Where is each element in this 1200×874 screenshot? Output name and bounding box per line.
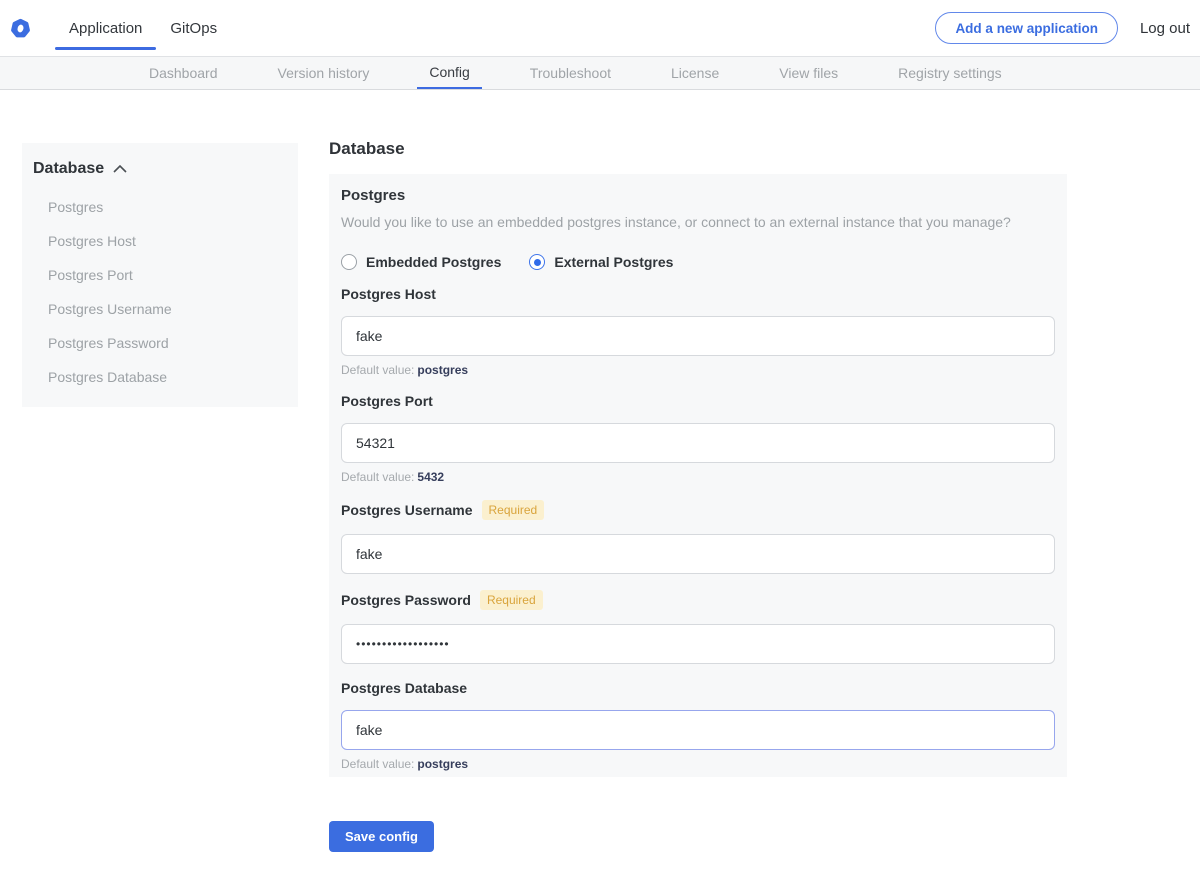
sidebar-item-postgres-port[interactable]: Postgres Port — [22, 258, 298, 292]
header-actions: Add a new application Log out — [935, 12, 1200, 44]
radio-circle-icon — [529, 254, 545, 270]
config-field: Postgres Host Default value:postgres — [341, 286, 1055, 377]
sidebar-item-list: PostgresPostgres HostPostgres PortPostgr… — [22, 190, 298, 394]
subnav-item-registry-settings[interactable]: Registry settings — [898, 57, 1001, 89]
top-tab-application[interactable]: Application — [55, 0, 156, 56]
subnav-item-version-history[interactable]: Version history — [278, 57, 370, 89]
field-label: Postgres Username — [341, 502, 473, 518]
logout-button[interactable]: Log out — [1140, 20, 1190, 37]
section-title: Database — [329, 139, 1067, 159]
sidebar-item-postgres-database[interactable]: Postgres Database — [22, 360, 298, 394]
config-group-label: Postgres — [341, 187, 1055, 204]
default-value-helper: Default value:postgres — [341, 363, 1055, 377]
config-sidebar: Database PostgresPostgres HostPostgres P… — [22, 143, 298, 407]
top-tab-bar: ApplicationGitOps — [55, 0, 231, 56]
postgres-password-input[interactable] — [341, 624, 1055, 664]
postgres-port-input[interactable] — [341, 423, 1055, 463]
subnav-item-view-files[interactable]: View files — [779, 57, 838, 89]
postgres-database-input[interactable] — [341, 710, 1055, 750]
sidebar-item-postgres[interactable]: Postgres — [22, 190, 298, 224]
config-field: Postgres Port Default value:5432 — [341, 393, 1055, 484]
radio-circle-icon — [341, 254, 357, 270]
add-application-button[interactable]: Add a new application — [935, 12, 1118, 44]
config-group-help-text: Would you like to use an embedded postgr… — [341, 212, 1055, 232]
app-logo-icon[interactable] — [10, 18, 31, 39]
config-field: Postgres Database Default value:postgres — [341, 680, 1055, 771]
subnav-item-config[interactable]: Config — [417, 57, 481, 89]
config-field: Postgres Username Required — [341, 500, 1055, 574]
postgres-username-input[interactable] — [341, 534, 1055, 574]
postgres-host-input[interactable] — [341, 316, 1055, 356]
sidebar-item-postgres-username[interactable]: Postgres Username — [22, 292, 298, 326]
default-value-helper: Default value:postgres — [341, 757, 1055, 771]
field-label: Postgres Password — [341, 592, 471, 608]
sidebar-group-title: Database — [33, 160, 104, 178]
default-value-helper: Default value:5432 — [341, 470, 1055, 484]
required-badge: Required — [482, 500, 545, 520]
top-tab-gitops[interactable]: GitOps — [156, 0, 231, 56]
field-label: Postgres Port — [341, 393, 433, 409]
config-field: Postgres Password Required — [341, 590, 1055, 664]
subnav-item-dashboard[interactable]: Dashboard — [149, 57, 218, 89]
default-value: postgres — [417, 757, 468, 771]
default-value: 5432 — [417, 470, 444, 484]
config-main: Database Postgres Would you like to use … — [329, 139, 1067, 852]
admin-console-page: ApplicationGitOps Add a new application … — [0, 0, 1200, 874]
subnav-item-license[interactable]: License — [671, 57, 719, 89]
radio-external-postgres[interactable]: External Postgres — [529, 254, 673, 270]
config-group-panel: Postgres Would you like to use an embedd… — [329, 174, 1067, 777]
field-label: Postgres Host — [341, 286, 436, 302]
top-header: ApplicationGitOps Add a new application … — [0, 0, 1200, 56]
app-subnav: Dashboard Version history Config Troublesho… — [0, 56, 1200, 90]
default-value: postgres — [417, 363, 468, 377]
sidebar-item-postgres-password[interactable]: Postgres Password — [22, 326, 298, 360]
sidebar-group-database[interactable]: Database — [33, 160, 298, 178]
subnav-item-troubleshoot[interactable]: Troubleshoot — [530, 57, 611, 89]
required-badge: Required — [480, 590, 543, 610]
config-fields: Postgres Host Default value:postgres Pos… — [341, 286, 1055, 771]
radio-embedded-postgres[interactable]: Embedded Postgres — [341, 254, 501, 270]
field-label: Postgres Database — [341, 680, 467, 696]
postgres-mode-radio-group: Embedded Postgres External Postgres — [341, 254, 1055, 270]
chevron-up-icon — [113, 165, 127, 173]
sidebar-item-postgres-host[interactable]: Postgres Host — [22, 224, 298, 258]
save-config-button[interactable]: Save config — [329, 821, 434, 852]
